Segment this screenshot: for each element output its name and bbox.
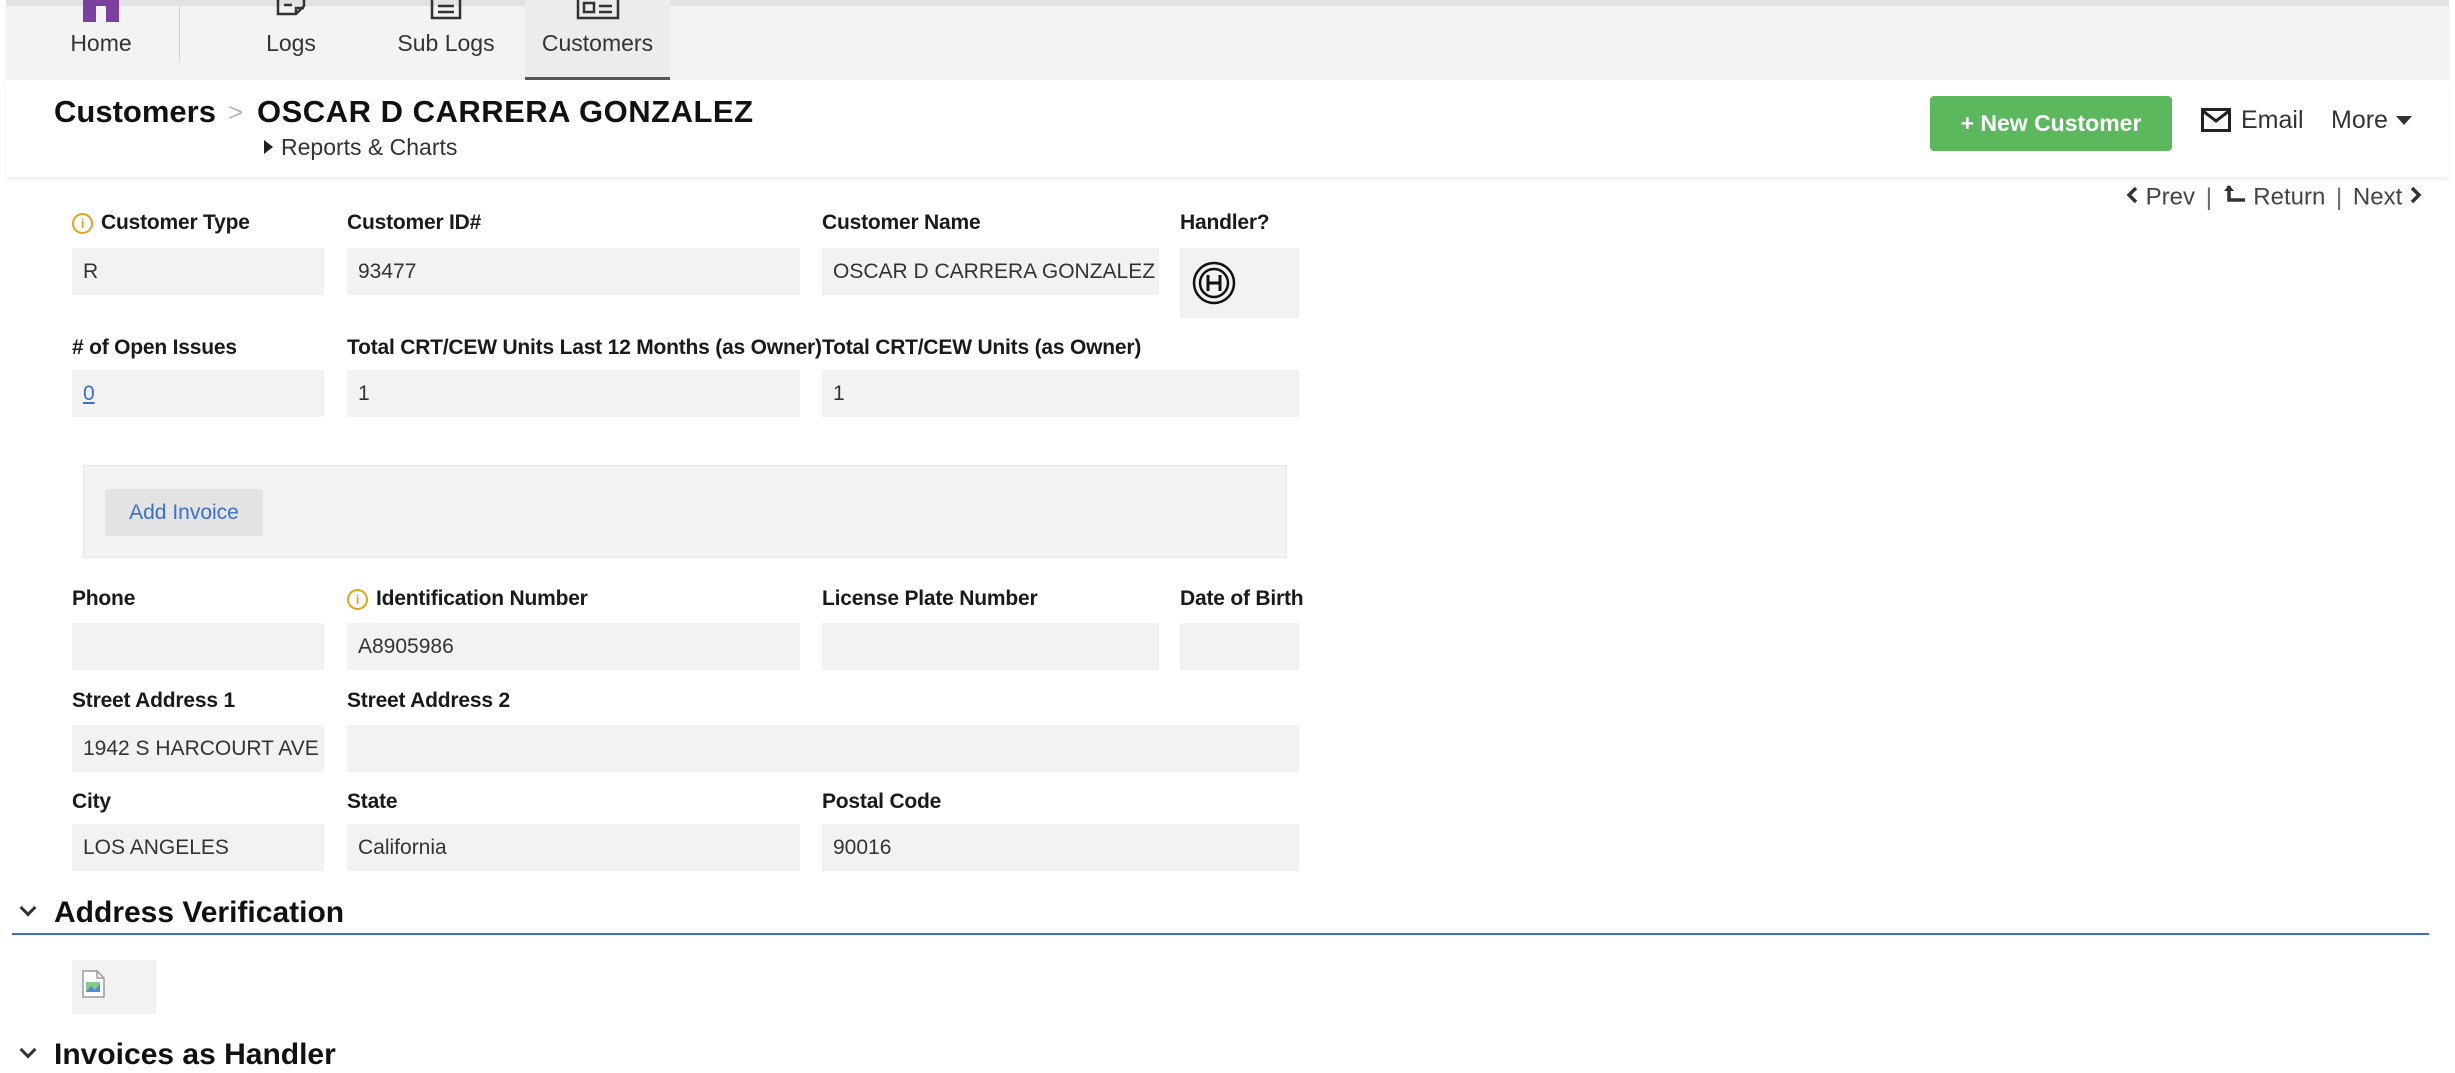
- street-address-1-label: Street Address 1: [72, 689, 235, 712]
- units-total-label: Total CRT/CEW Units (as Owner): [822, 336, 1142, 359]
- phone-label: Phone: [72, 587, 136, 610]
- address-verification-image: [72, 960, 156, 1014]
- customer-id-label: Customer ID#: [347, 211, 482, 234]
- next-link[interactable]: Next: [2352, 183, 2423, 211]
- customer-id-field[interactable]: 93477: [347, 248, 800, 295]
- breadcrumb-customers[interactable]: Customers: [54, 94, 216, 130]
- customers-icon: [575, 0, 621, 27]
- state-field[interactable]: California: [347, 824, 800, 871]
- phone-field[interactable]: [72, 623, 324, 670]
- top-navigation: Home Logs Sub Logs Customers: [6, 0, 2449, 80]
- postal-code-field[interactable]: 90016: [822, 824, 1299, 871]
- city-label: City: [72, 790, 111, 813]
- open-issues-link[interactable]: 0: [83, 382, 95, 405]
- chevron-right-icon: [2410, 187, 2422, 204]
- customer-type-label: i Customer Type: [72, 211, 250, 235]
- handler-h-icon: [1192, 261, 1236, 305]
- nav-label-customers: Customers: [541, 30, 654, 56]
- page-header: Customers > OSCAR D CARRERA GONZALEZ Rep…: [6, 80, 2449, 177]
- email-label: Email: [2241, 106, 2304, 134]
- identification-number-field[interactable]: A8905986: [347, 623, 800, 670]
- address-verification-header[interactable]: Address Verification: [14, 896, 344, 930]
- nav-item-logs[interactable]: Logs: [236, 0, 346, 80]
- state-label: State: [347, 790, 398, 813]
- invoice-panel: Add Invoice: [83, 465, 1287, 558]
- postal-code-label: Postal Code: [822, 790, 942, 813]
- return-arrow-icon: [2223, 185, 2245, 203]
- next-label: Next: [2352, 183, 2403, 211]
- return-label: Return: [2253, 183, 2326, 211]
- reports-charts-label: Reports & Charts: [281, 134, 458, 160]
- open-issues-label: # of Open Issues: [72, 336, 237, 359]
- nav-label-sub-logs: Sub Logs: [397, 30, 495, 56]
- pager-separator: |: [2336, 183, 2343, 211]
- home-icon: [83, 0, 119, 27]
- envelope-icon: [2201, 108, 2231, 132]
- nav-item-sub-logs[interactable]: Sub Logs: [381, 0, 511, 80]
- sub-logs-icon: [429, 0, 463, 27]
- units-12-months-label: Total CRT/CEW Units Last 12 Months (as O…: [347, 336, 822, 359]
- open-issues-field: 0: [72, 370, 324, 417]
- chevron-down-icon: [19, 1041, 37, 1059]
- license-plate-field[interactable]: [822, 623, 1159, 670]
- street-address-1-field[interactable]: 1942 S HARCOURT AVE: [72, 725, 324, 772]
- invoices-as-handler-header[interactable]: Invoices as Handler: [14, 1038, 336, 1072]
- handler-field[interactable]: [1180, 248, 1299, 318]
- email-button[interactable]: Email: [2201, 106, 2304, 135]
- prev-label: Prev: [2145, 183, 2196, 211]
- broken-image-icon: [82, 970, 105, 998]
- street-address-2-label: Street Address 2: [347, 689, 510, 712]
- address-verification-title: Address Verification: [54, 896, 345, 929]
- city-field[interactable]: LOS ANGELES: [72, 824, 324, 871]
- return-link[interactable]: Return: [2223, 183, 2332, 211]
- invoices-as-handler-title: Invoices as Handler: [54, 1038, 336, 1071]
- date-of-birth-field[interactable]: [1180, 623, 1299, 670]
- identification-number-label: i Identification Number: [347, 587, 588, 611]
- reports-charts-toggle[interactable]: Reports & Charts: [264, 134, 457, 161]
- customer-name-label: Customer Name: [822, 211, 981, 234]
- logs-icon: [274, 0, 308, 27]
- breadcrumb-separator: >: [228, 97, 244, 127]
- add-invoice-button[interactable]: Add Invoice: [105, 489, 263, 536]
- street-address-2-field[interactable]: [347, 725, 1299, 772]
- more-menu-button[interactable]: More: [2331, 106, 2412, 135]
- units-12-months-field[interactable]: 1: [347, 370, 800, 417]
- nav-item-customers[interactable]: Customers: [525, 0, 670, 80]
- record-pager: Prev | Return | Next: [2125, 183, 2423, 212]
- customer-type-field[interactable]: R: [72, 248, 324, 295]
- new-customer-button[interactable]: + New Customer: [1930, 96, 2172, 151]
- more-label: More: [2331, 106, 2388, 134]
- date-of-birth-label: Date of Birth: [1180, 587, 1304, 610]
- caret-right-icon: [264, 140, 273, 154]
- nav-label-home: Home: [70, 30, 132, 56]
- pager-separator: |: [2205, 183, 2212, 211]
- handler-label: Handler?: [1180, 211, 1270, 234]
- chevron-down-icon: [2395, 116, 2412, 125]
- prev-link[interactable]: Prev: [2125, 183, 2202, 211]
- nav-label-logs: Logs: [266, 30, 316, 56]
- chevron-left-icon: [2126, 187, 2138, 204]
- info-icon[interactable]: i: [347, 589, 368, 610]
- customer-name-field[interactable]: OSCAR D CARRERA GONZALEZ: [822, 248, 1159, 295]
- info-icon[interactable]: i: [72, 213, 93, 234]
- nav-item-home[interactable]: Home: [46, 0, 156, 80]
- license-plate-label: License Plate Number: [822, 587, 1038, 610]
- page-title: OSCAR D CARRERA GONZALEZ: [257, 94, 754, 129]
- chevron-down-icon: [19, 899, 37, 917]
- section-divider: [12, 933, 2429, 935]
- nav-top-border: [6, 0, 2449, 6]
- nav-divider: [179, 6, 180, 62]
- units-total-field[interactable]: 1: [822, 370, 1299, 417]
